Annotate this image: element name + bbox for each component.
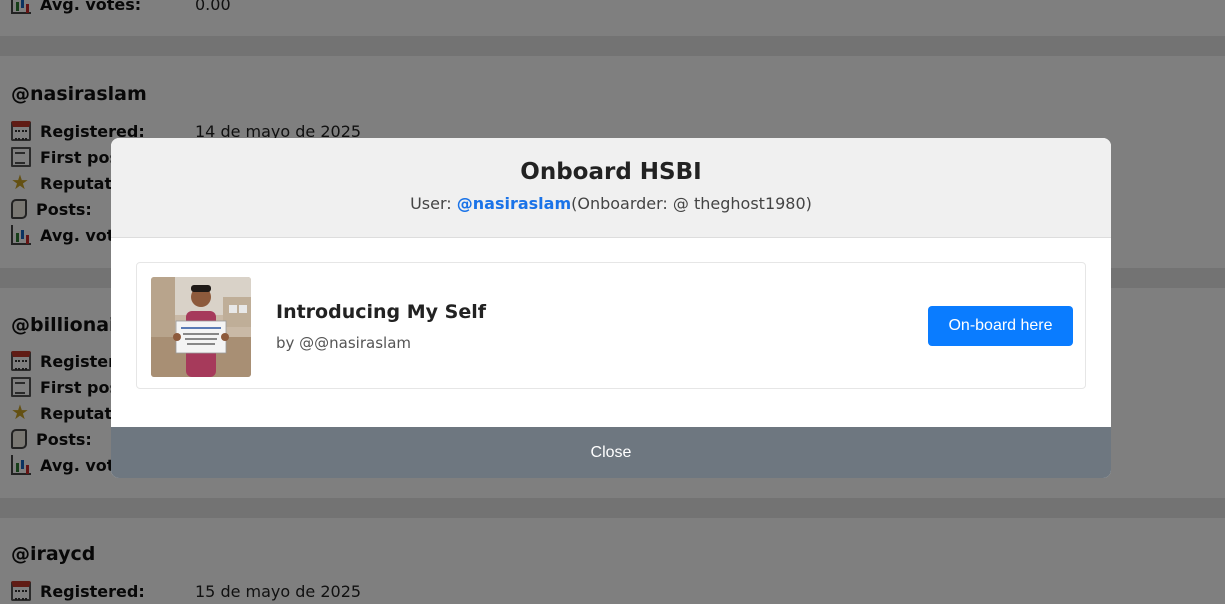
modal-subtitle: User: @nasiraslam(Onboarder: @ theghost1…: [111, 194, 1111, 213]
onboard-modal: Onboard HSBI User: @nasiraslam(Onboarder…: [111, 138, 1111, 478]
onboarder-text: (Onboarder: @ theghost1980): [571, 194, 812, 213]
close-button[interactable]: Close: [111, 427, 1111, 478]
modal-title: Onboard HSBI: [520, 159, 702, 185]
post-thumbnail-image: [151, 277, 251, 377]
user-handle-link[interactable]: @nasiraslam: [457, 194, 571, 213]
post-author: by @@nasiraslam: [276, 334, 411, 352]
user-prefix: User:: [410, 194, 457, 213]
onboard-here-button[interactable]: On-board here: [928, 306, 1073, 346]
post-card: Introducing My Self by @@nasiraslam On-b…: [136, 262, 1086, 389]
modal-header: Onboard HSBI User: @nasiraslam(Onboarder…: [111, 138, 1111, 238]
post-thumbnail[interactable]: [151, 277, 251, 377]
post-title[interactable]: Introducing My Self: [276, 301, 486, 323]
